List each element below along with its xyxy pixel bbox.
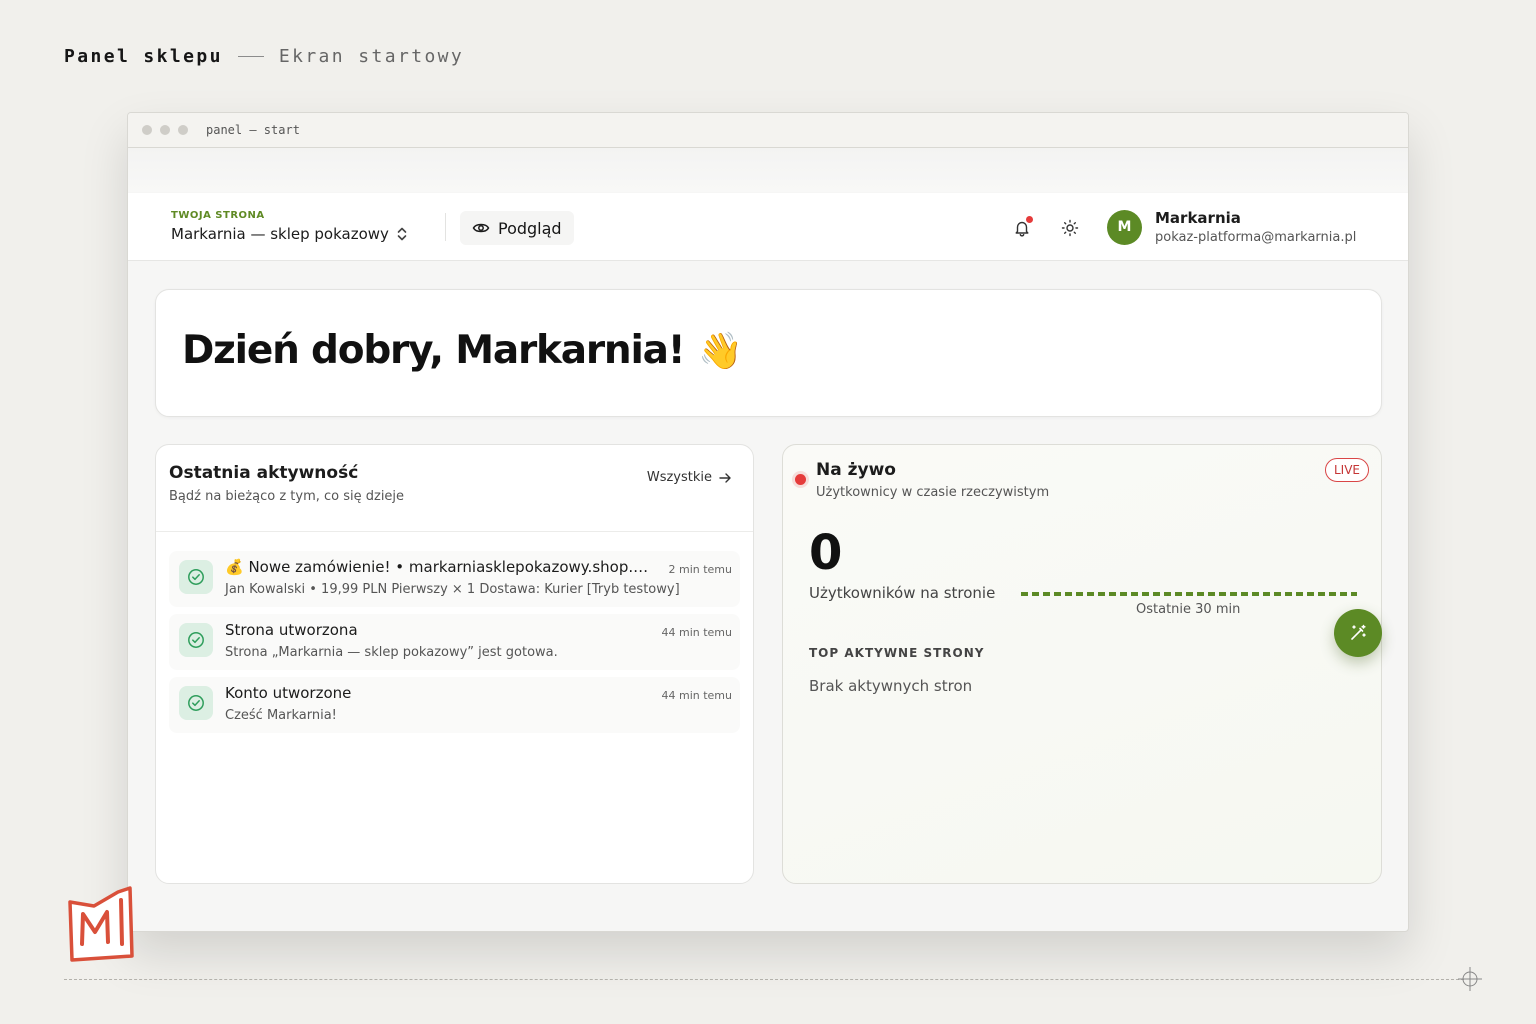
- window-close-dot[interactable]: [142, 125, 152, 135]
- welcome-heading: Dzień dobry, Markarnia! 👋: [182, 328, 743, 373]
- waving-hand-emoji: 👋: [698, 331, 743, 372]
- activity-item-title: Konto utworzone: [225, 684, 352, 702]
- eye-icon: [472, 219, 498, 237]
- site-label: TWOJA STRONA: [171, 210, 265, 221]
- activity-item-time: 44 min temu: [661, 689, 732, 702]
- activity-item-time: 44 min temu: [661, 626, 732, 639]
- magic-action-button[interactable]: [1334, 609, 1382, 657]
- site-name: Markarnia — sklep pokazowy: [171, 225, 389, 243]
- user-name: Markarnia: [1155, 209, 1241, 227]
- user-menu[interactable]: M Markarnia pokaz-platforma@markarnia.pl: [1107, 209, 1356, 245]
- greeting-text: Dzień dobry, Markarnia!: [182, 328, 686, 373]
- page-title: Panel sklepu: [64, 46, 223, 67]
- live-recording-dot: [795, 474, 806, 485]
- page-header: Panel sklepu Ekran startowy: [64, 46, 464, 67]
- activity-item-site-created[interactable]: Strona utworzona Strona „Markarnia — skl…: [169, 614, 740, 670]
- notification-dot: [1026, 216, 1033, 223]
- window-title: panel — start: [206, 123, 300, 137]
- app-window: panel — start TWOJA STRONA Markarnia — s…: [127, 112, 1409, 932]
- top-pages-title: TOP AKTYWNE STRONY: [809, 646, 985, 660]
- top-bar: TWOJA STRONA Markarnia — sklep pokazowy …: [128, 193, 1408, 261]
- preview-label: Podgląd: [498, 218, 562, 238]
- magic-wand-icon: [1348, 623, 1368, 643]
- welcome-card: Dzień dobry, Markarnia! 👋: [155, 289, 1382, 417]
- recent-activity-card: Ostatnia aktywność Bądź na bieżąco z tym…: [155, 444, 754, 884]
- top-spacer: [128, 148, 1408, 192]
- active-users-label: Użytkowników na stronie: [809, 584, 996, 602]
- footer-divider: [64, 979, 1464, 980]
- preview-button[interactable]: Podgląd: [460, 211, 574, 245]
- activity-item-desc: Cześć Markarnia!: [225, 708, 337, 723]
- sparkline-range-label: Ostatnie 30 min: [1136, 602, 1241, 617]
- site-selector[interactable]: TWOJA STRONA Markarnia — sklep pokazowy: [171, 210, 408, 243]
- activity-item-title: Strona utworzona: [225, 621, 358, 639]
- activity-subtitle: Bądź na bieżąco z tym, co się dzieje: [169, 489, 405, 504]
- active-users-count: 0: [809, 525, 843, 581]
- topbar-divider: [445, 213, 446, 241]
- activity-item-desc: Strona „Markarnia — sklep pokazowy” jest…: [225, 645, 558, 660]
- see-all-label: Wszystkie: [646, 470, 712, 485]
- notifications-button[interactable]: [1010, 216, 1034, 240]
- live-subtitle: Użytkownicy w czasie rzeczywistym: [816, 485, 1050, 500]
- activity-item-desc: Jan Kowalski • 19,99 PLN Pierwszy × 1 Do…: [225, 582, 680, 597]
- live-card: Na żywo Użytkownicy w czasie rzeczywisty…: [782, 444, 1382, 884]
- theme-toggle-button[interactable]: [1058, 216, 1082, 240]
- check-circle-icon: [179, 560, 213, 594]
- sun-icon: [1061, 219, 1079, 237]
- chevron-up-down-icon: [396, 226, 408, 242]
- arrow-right-icon: [712, 471, 732, 485]
- check-circle-icon: [179, 686, 213, 720]
- avatar: M: [1107, 209, 1142, 245]
- title-separator: [237, 56, 264, 57]
- activity-item-time: 2 min temu: [668, 563, 732, 576]
- window-titlebar: panel — start: [128, 113, 1408, 148]
- window-maximize-dot[interactable]: [178, 125, 188, 135]
- top-pages-empty: Brak aktywnych stron: [809, 677, 973, 695]
- window-minimize-dot[interactable]: [160, 125, 170, 135]
- see-all-link[interactable]: Wszystkie: [647, 470, 732, 485]
- check-circle-icon: [179, 623, 213, 657]
- crosshair-icon: [1458, 967, 1482, 995]
- live-title: Na żywo: [816, 460, 896, 480]
- page-subtitle: Ekran startowy: [278, 46, 465, 67]
- activity-title: Ostatnia aktywność: [169, 463, 359, 483]
- user-email: pokaz-platforma@markarnia.pl: [1155, 230, 1357, 245]
- users-sparkline: [1021, 592, 1357, 596]
- activity-header: Ostatnia aktywność Bądź na bieżąco z tym…: [156, 445, 753, 532]
- activity-item-order[interactable]: 💰 Nowe zamówienie! • markarniasklepokazo…: [169, 551, 740, 607]
- markarnia-logo: [66, 886, 136, 966]
- activity-item-account-created[interactable]: Konto utworzone Cześć Markarnia! 44 min …: [169, 677, 740, 733]
- live-badge: LIVE: [1324, 458, 1369, 482]
- activity-item-title: 💰 Nowe zamówienie! • markarniasklepokazo…: [225, 558, 649, 576]
